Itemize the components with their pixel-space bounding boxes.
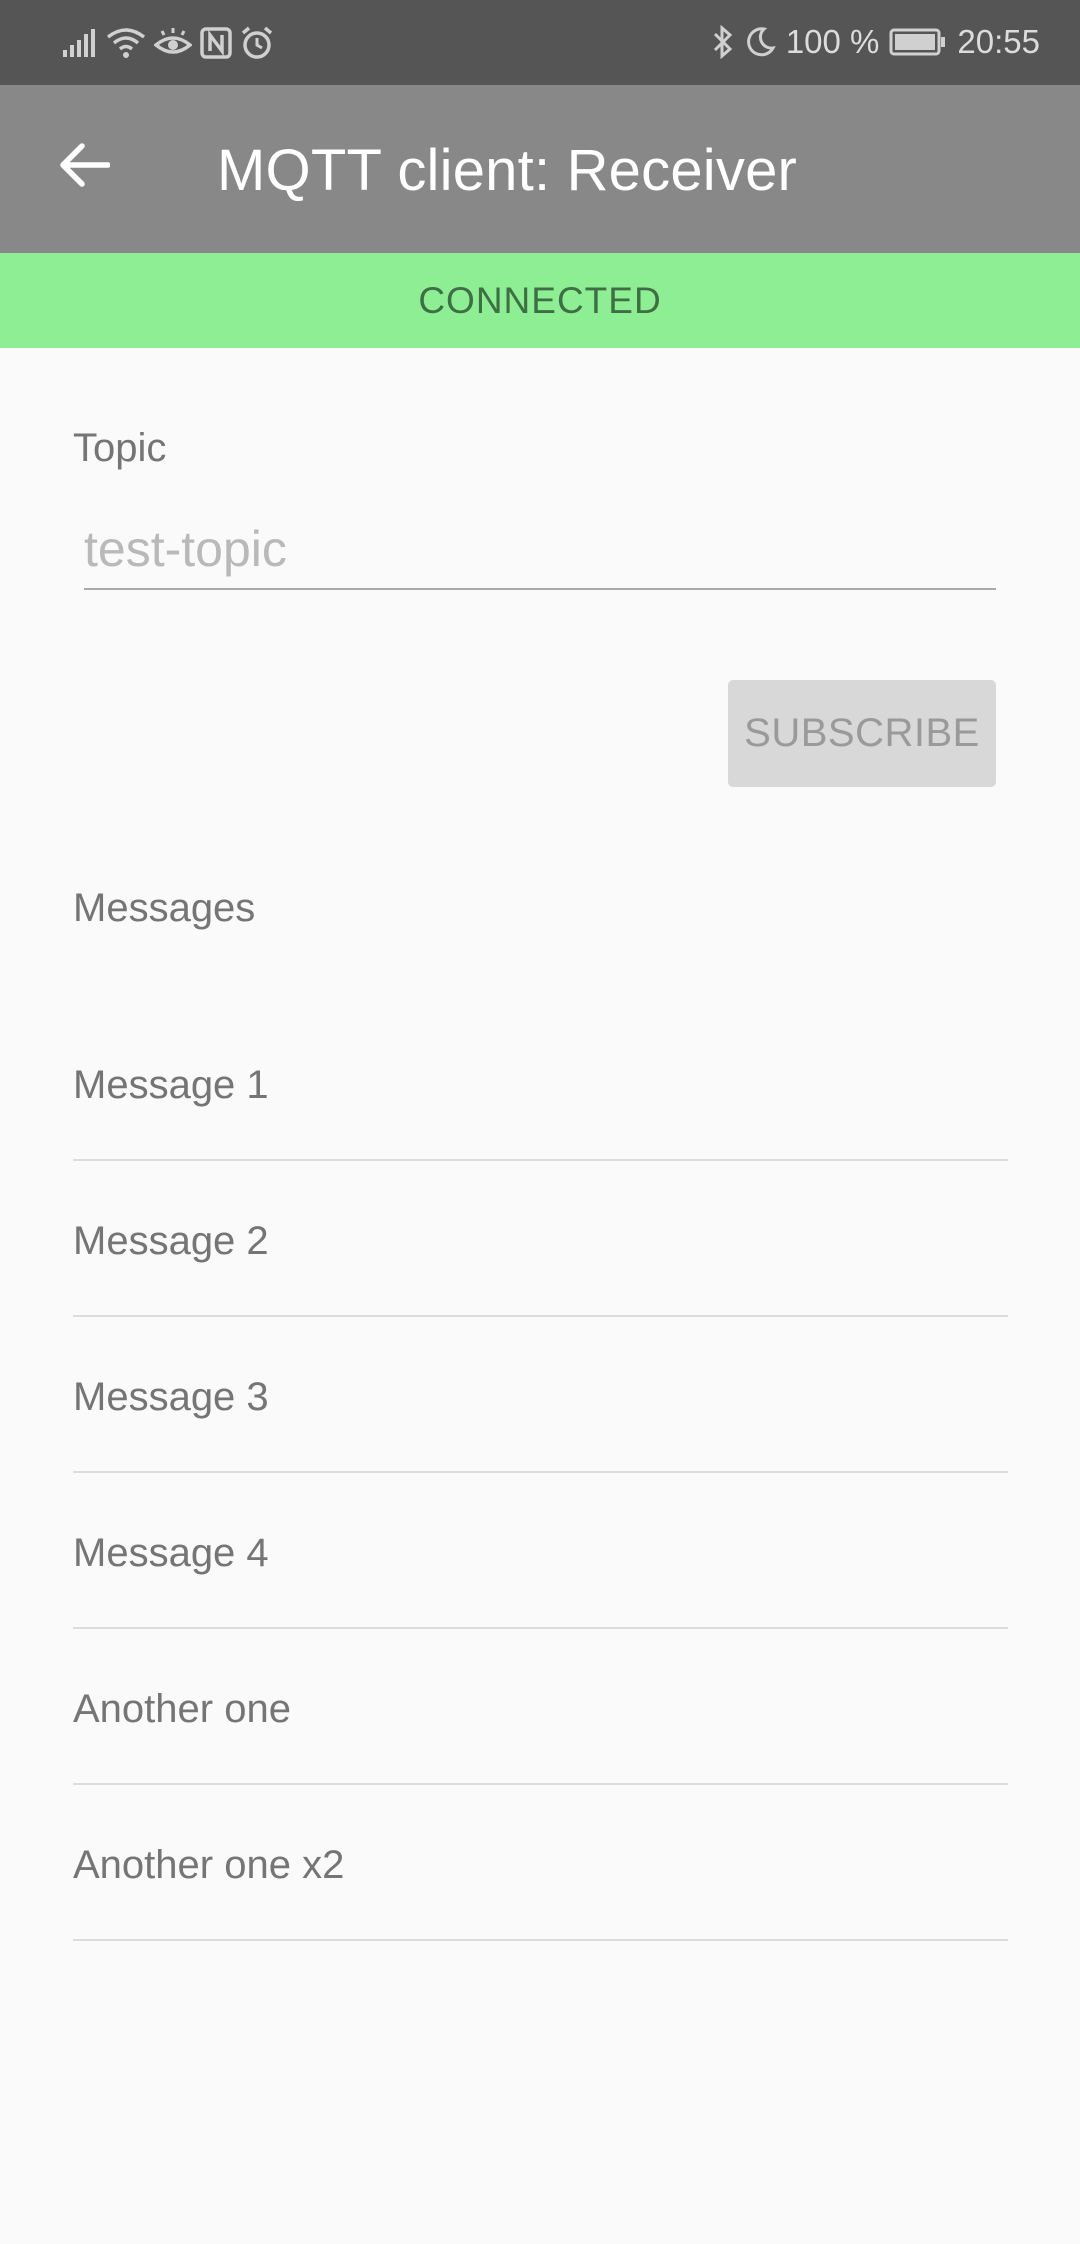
- list-item[interactable]: Message 1: [73, 1005, 1008, 1161]
- list-item[interactable]: Another one x2: [73, 1785, 1008, 1941]
- clock: 20:55: [957, 23, 1040, 60]
- message-text: Message 4: [73, 1531, 269, 1575]
- status-left-icons: [62, 22, 274, 64]
- subscribe-button[interactable]: SUBSCRIBE: [728, 680, 996, 787]
- page-title: MQTT client: Receiver: [217, 138, 798, 203]
- list-item[interactable]: Message 3: [73, 1317, 1008, 1473]
- do-not-disturb-icon: [744, 26, 776, 58]
- list-item[interactable]: Message 4: [73, 1473, 1008, 1629]
- arrow-back-icon: [58, 142, 111, 193]
- status-bar: 100 % 20:55: [0, 0, 1080, 85]
- wifi-icon: [106, 27, 146, 59]
- messages-label: Messages: [73, 886, 256, 930]
- back-button[interactable]: [52, 135, 116, 199]
- list-item[interactable]: Message 2: [73, 1161, 1008, 1317]
- topic-label: Topic: [73, 426, 167, 470]
- message-text: Message 2: [73, 1219, 269, 1263]
- alarm-icon: [240, 26, 274, 60]
- message-text: Another one x2: [73, 1843, 345, 1887]
- message-list: Message 1 Message 2 Message 3 Message 4 …: [73, 1005, 1008, 1941]
- message-text: Message 3: [73, 1375, 269, 1419]
- battery-percent: 100 %: [785, 23, 880, 60]
- signal-icon: [62, 28, 98, 58]
- nfc-icon: [200, 27, 232, 59]
- bluetooth-icon: [712, 25, 734, 59]
- list-item[interactable]: Another one: [73, 1629, 1008, 1785]
- connection-status-text: CONNECTED: [418, 279, 662, 321]
- app-bar: MQTT client: Receiver: [0, 85, 1080, 253]
- battery-icon: [889, 28, 947, 56]
- connection-status-banner: CONNECTED: [0, 253, 1080, 348]
- message-text: Another one: [73, 1687, 291, 1731]
- message-text: Message 1: [73, 1063, 269, 1107]
- status-right-icons: 100 % 20:55: [712, 18, 1040, 66]
- eye-comfort-icon: [154, 27, 192, 59]
- topic-input[interactable]: [84, 510, 996, 590]
